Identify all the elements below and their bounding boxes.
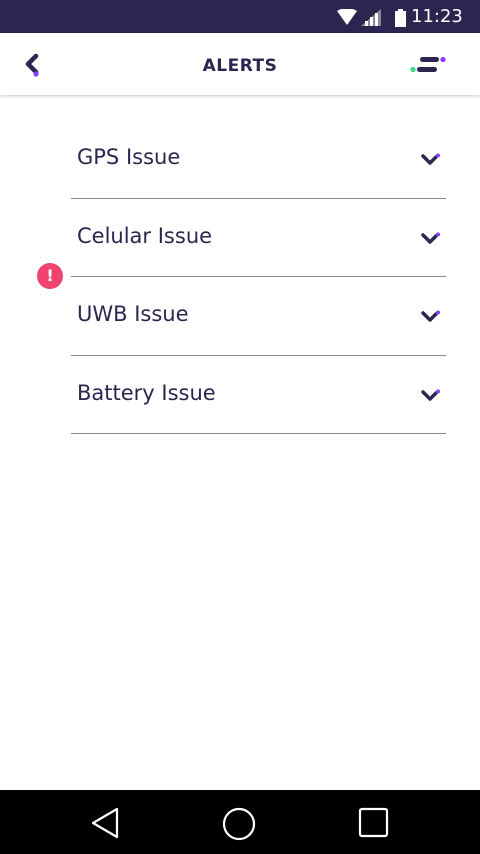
menu-button[interactable]: [406, 53, 448, 79]
menu-icon: [410, 56, 446, 73]
navigation-bar: [0, 790, 480, 854]
alerts-screen: 11:23 ALERTS GPS Issue Celular Issue UWB…: [0, 0, 480, 854]
signal-icon: [361, 9, 381, 26]
wifi-icon: [337, 9, 357, 25]
warning-icon: !: [37, 263, 63, 289]
back-button[interactable]: [22, 51, 46, 79]
alert-label: Battery Issue: [77, 380, 216, 405]
alert-item-uwb[interactable]: UWB Issue: [0, 277, 480, 356]
alert-label: GPS Issue: [77, 145, 181, 169]
alert-label: UWB Issue: [77, 302, 189, 326]
app-bar: ALERTS: [0, 33, 480, 95]
battery-icon: [395, 9, 406, 27]
divider: [71, 433, 446, 434]
nav-recents-icon[interactable]: [358, 807, 390, 839]
alert-item-battery[interactable]: Battery Issue: [0, 356, 480, 434]
status-time: 11:23: [411, 6, 463, 27]
alert-item-gps[interactable]: GPS Issue: [0, 120, 480, 199]
chevron-down-icon[interactable]: [420, 310, 442, 324]
chevron-down-icon[interactable]: [420, 232, 442, 246]
alert-list: GPS Issue Celular Issue UWB Issue Batter…: [0, 120, 480, 434]
chevron-left-icon: [25, 53, 39, 77]
chevron-down-icon[interactable]: [420, 389, 442, 403]
alert-label: Celular Issue: [77, 223, 213, 248]
nav-home-icon[interactable]: [222, 807, 256, 841]
alert-item-celular[interactable]: Celular Issue: [0, 199, 480, 277]
nav-back-icon[interactable]: [90, 807, 120, 839]
chevron-down-icon[interactable]: [420, 153, 442, 167]
status-bar: 11:23: [0, 0, 480, 33]
